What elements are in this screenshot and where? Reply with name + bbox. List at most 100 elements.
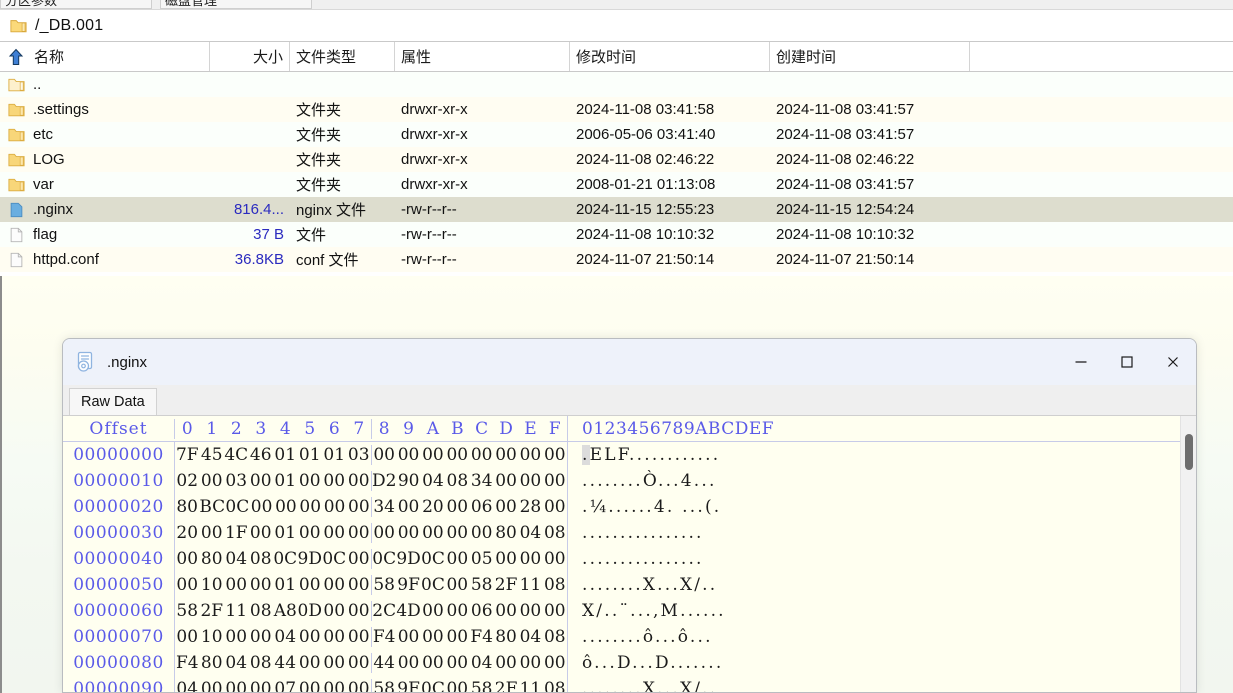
column-header-type[interactable]: 文件类型: [290, 42, 395, 71]
hex-byte[interactable]: 01: [298, 445, 323, 465]
hex-byte[interactable]: 2F: [200, 601, 225, 621]
hex-byte[interactable]: A8: [273, 601, 298, 621]
hex-byte[interactable]: 00: [470, 445, 494, 465]
hex-byte[interactable]: 01: [273, 523, 298, 543]
hex-byte[interactable]: 80: [200, 653, 225, 673]
hex-byte[interactable]: 9D: [396, 549, 420, 569]
hex-byte[interactable]: 80: [200, 549, 225, 569]
column-header-name[interactable]: 名称: [0, 42, 210, 71]
hex-byte[interactable]: 4C: [224, 445, 249, 465]
hex-byte[interactable]: 00: [347, 497, 371, 517]
hex-byte[interactable]: 00: [249, 627, 274, 647]
hex-byte[interactable]: 00: [396, 445, 420, 465]
hex-byte[interactable]: 04: [273, 627, 298, 647]
hex-row[interactable]: 00000010 02 00 03 00 01 00 00 00 D2 90 04 08 34 00 00 00…: [63, 468, 1196, 494]
hex-rows-container[interactable]: 00000000 7F 45 4C 46 01 01 01 03 00 00 00 00 00 00 00 00…: [63, 442, 1196, 692]
hex-byte[interactable]: 00: [322, 575, 347, 595]
hex-byte[interactable]: 11: [518, 679, 542, 692]
hex-row[interactable]: 00000030 20 00 1F 00 01 00 00 00 00 00 00 00 00 80 04 08…: [63, 520, 1196, 546]
hex-byte[interactable]: 00: [494, 497, 518, 517]
hex-byte[interactable]: 00: [396, 523, 420, 543]
hex-byte[interactable]: F4: [372, 627, 396, 647]
hex-byte[interactable]: 00: [347, 679, 372, 692]
hex-byte[interactable]: 05: [470, 549, 494, 569]
hex-byte[interactable]: 2F: [494, 679, 518, 692]
hex-byte[interactable]: 00: [445, 549, 469, 569]
hex-row[interactable]: 00000020 80 BC 0C 00 00 00 00 00 34 00 20 00 06 00 28 00…: [63, 494, 1196, 520]
hex-byte[interactable]: 08: [249, 549, 274, 569]
hex-byte[interactable]: 9F: [396, 679, 420, 692]
hex-byte[interactable]: 00: [543, 445, 567, 465]
hex-byte[interactable]: 08: [543, 679, 567, 692]
hex-byte[interactable]: 00: [249, 471, 274, 491]
hex-byte-cursor[interactable]: 7F: [175, 445, 200, 465]
hex-byte[interactable]: 08: [543, 627, 567, 647]
column-header-attributes[interactable]: 属性: [395, 42, 570, 71]
hex-row[interactable]: 00000090 04 00 00 00 07 00 00 00 58 9F 0C 00 58 2F 11 08…: [63, 676, 1196, 692]
hex-byte[interactable]: 90: [396, 471, 420, 491]
hex-byte[interactable]: 00: [322, 497, 346, 517]
hex-byte[interactable]: 11: [224, 601, 249, 621]
hex-byte[interactable]: 0C: [421, 549, 445, 569]
hex-byte[interactable]: 80: [175, 497, 199, 517]
table-row[interactable]: .settings 文件夹 drwxr-xr-x 2024-11-08 03:41:5…: [0, 97, 1233, 122]
hex-byte[interactable]: 00: [421, 601, 445, 621]
hex-byte[interactable]: 44: [273, 653, 298, 673]
hex-row[interactable]: 00000050 00 10 00 00 01 00 00 00 58 9F 0C 00 58 2F 11 08…: [63, 572, 1196, 598]
tab-raw-data[interactable]: Raw Data: [69, 388, 157, 415]
hex-byte[interactable]: 08: [249, 601, 274, 621]
hex-byte[interactable]: 00: [421, 445, 445, 465]
hex-byte[interactable]: 00: [494, 471, 518, 491]
hex-byte[interactable]: 00: [445, 445, 469, 465]
hex-byte[interactable]: 04: [175, 679, 200, 692]
hex-byte[interactable]: 00: [543, 653, 567, 673]
hex-byte[interactable]: 00: [249, 575, 274, 595]
hex-row[interactable]: 00000040 00 80 04 08 0C 9D 0C 00 0C 9D 0C 00 05 00 00 00…: [63, 546, 1196, 572]
hex-byte[interactable]: 01: [322, 445, 347, 465]
hex-byte[interactable]: 00: [421, 653, 445, 673]
table-row[interactable]: flag 37 B 文件 -rw-r--r-- 2024-11-08 10:10:32 2…: [0, 222, 1233, 247]
close-button[interactable]: [1150, 339, 1196, 385]
hex-scrollbar-thumb[interactable]: [1185, 434, 1193, 470]
hex-byte[interactable]: 00: [421, 627, 445, 647]
hex-byte[interactable]: 80: [494, 523, 518, 543]
hex-byte[interactable]: 00: [445, 523, 469, 543]
hex-byte[interactable]: 00: [445, 497, 469, 517]
hex-byte[interactable]: 34: [470, 471, 494, 491]
hex-byte[interactable]: 00: [372, 523, 396, 543]
hex-byte[interactable]: 00: [249, 497, 273, 517]
hex-byte[interactable]: 00: [396, 497, 420, 517]
hex-row[interactable]: 00000080 F4 80 04 08 44 00 00 00 44 00 00 00 04 00 00 00…: [63, 650, 1196, 676]
hex-byte[interactable]: 00: [322, 471, 347, 491]
hex-byte[interactable]: 00: [175, 549, 200, 569]
hex-byte[interactable]: 00: [494, 653, 518, 673]
hex-byte[interactable]: 00: [494, 549, 518, 569]
hex-byte[interactable]: 10: [200, 627, 225, 647]
hex-byte[interactable]: D2: [372, 471, 396, 491]
hex-byte[interactable]: 0C: [421, 575, 445, 595]
table-row[interactable]: .nginx 816.4... nginx 文件 -rw-r--r-- 2024-11-…: [0, 197, 1233, 222]
hex-byte[interactable]: 04: [224, 549, 249, 569]
hex-byte[interactable]: 00: [494, 601, 518, 621]
table-row[interactable]: var 文件夹 drwxr-xr-x 2008-01-21 01:13:08 2024-…: [0, 172, 1233, 197]
hex-byte[interactable]: 00: [445, 627, 469, 647]
hex-byte[interactable]: 07: [273, 679, 298, 692]
hex-byte[interactable]: F4: [470, 627, 494, 647]
hex-byte[interactable]: 00: [347, 549, 372, 569]
hex-byte[interactable]: 20: [175, 523, 200, 543]
hex-byte[interactable]: 00: [347, 471, 372, 491]
hex-byte[interactable]: 80: [494, 627, 518, 647]
hex-byte[interactable]: 00: [445, 601, 469, 621]
hex-byte[interactable]: 00: [445, 575, 469, 595]
hex-byte[interactable]: 00: [249, 679, 274, 692]
hex-byte[interactable]: 00: [224, 627, 249, 647]
hex-byte[interactable]: F4: [175, 653, 200, 673]
hex-byte[interactable]: 20: [421, 497, 445, 517]
hex-byte[interactable]: BC: [199, 497, 225, 517]
hex-byte[interactable]: 00: [200, 523, 225, 543]
hex-byte[interactable]: 00: [347, 653, 372, 673]
hex-row[interactable]: 00000070 00 10 00 00 04 00 00 00 F4 00 00 00 F4 80 04 08…: [63, 624, 1196, 650]
hex-byte[interactable]: 00: [298, 471, 323, 491]
hex-byte[interactable]: 00: [322, 679, 347, 692]
hex-byte[interactable]: 03: [347, 445, 372, 465]
